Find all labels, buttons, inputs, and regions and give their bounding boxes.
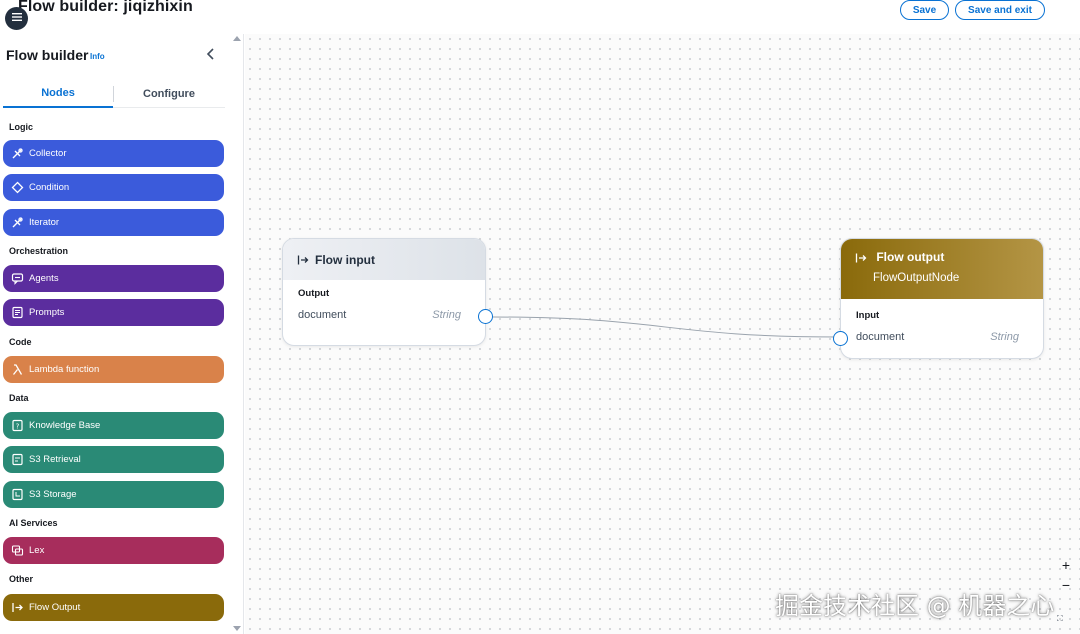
flow-output-title: Flow output [876, 250, 945, 264]
prompt-icon [11, 306, 24, 319]
node-lex[interactable]: Lex [3, 537, 224, 564]
flow-output-icon [855, 252, 867, 264]
node-prompts[interactable]: Prompts [3, 299, 224, 326]
tab-nodes[interactable]: Nodes [3, 80, 113, 108]
flow-input-title: Flow input [315, 252, 375, 267]
node-collector[interactable]: Collector [3, 140, 224, 167]
section-label-orchestration: Orchestration [9, 246, 69, 256]
flow-output-icon [11, 601, 24, 614]
flow-output-header: Flow output FlowOutputNode [841, 239, 1043, 299]
node-label: S3 Retrieval [29, 454, 81, 465]
node-label: Prompts [29, 307, 65, 318]
fit-view-icon[interactable]: ⛶ [1057, 614, 1063, 624]
collapse-sidebar-button[interactable] [204, 47, 218, 61]
hamburger-icon [11, 10, 23, 28]
input-field-type: String [990, 331, 1019, 343]
node-iterator[interactable]: Iterator [3, 209, 224, 236]
save-button[interactable]: Save [900, 0, 949, 20]
node-label: Lambda function [29, 364, 100, 375]
scroll-up-arrow-icon[interactable] [233, 36, 241, 41]
sidebar-tabs: Nodes Configure [3, 80, 225, 108]
node-condition[interactable]: Condition [3, 174, 224, 201]
section-label-logic: Logic [9, 122, 33, 132]
output-field-name: document [298, 309, 347, 321]
save-and-exit-button[interactable]: Save and exit [955, 0, 1045, 20]
lambda-icon [11, 363, 24, 376]
input-port[interactable] [833, 331, 848, 346]
node-label: S3 Storage [29, 489, 77, 500]
chevron-left-icon [204, 48, 218, 65]
node-label: Agents [29, 273, 59, 284]
output-port[interactable] [478, 309, 493, 324]
sidebar-title: Flow builder [6, 47, 89, 63]
condition-icon [11, 181, 24, 194]
flow-input-node[interactable]: Flow input Output document String [282, 238, 493, 346]
flow-output-subtitle: FlowOutputNode [873, 272, 960, 284]
info-link[interactable]: Info [90, 52, 105, 61]
input-section-label: Input [856, 310, 880, 321]
s3-storage-icon [11, 488, 24, 501]
section-label-code: Code [9, 337, 32, 347]
menu-button[interactable] [5, 7, 28, 30]
zoom-in-button[interactable]: + [1056, 555, 1076, 575]
sidebar-scrollbar[interactable] [232, 34, 242, 634]
tab-configure[interactable]: Configure [114, 80, 224, 108]
output-field-type: String [432, 309, 461, 321]
top-bar: Flow builder: jiqizhixin Save Save and e… [0, 0, 1080, 34]
collector-icon [11, 147, 24, 160]
watermark: 掘金技术社区 @ 机器之心 [775, 592, 1055, 620]
node-label: Lex [29, 545, 45, 556]
node-s3-retrieval[interactable]: S3 Retrieval [3, 446, 224, 473]
node-label: Collector [29, 148, 67, 159]
node-label: Condition [29, 182, 70, 193]
zoom-out-button[interactable]: − [1056, 575, 1076, 595]
section-label-ai-services: AI Services [9, 518, 58, 528]
node-flow-output[interactable]: Flow Output [3, 594, 224, 621]
node-s3-storage[interactable]: S3 Storage [3, 481, 224, 508]
output-section-label: Output [298, 288, 330, 299]
flow-input-icon [297, 254, 309, 266]
page-title: Flow builder: jiqizhixin [18, 0, 193, 15]
lex-icon [11, 544, 24, 557]
section-label-other: Other [9, 574, 34, 584]
node-label: Knowledge Base [29, 420, 101, 431]
section-label-data: Data [9, 393, 29, 403]
node-knowledge-base[interactable]: ? Knowledge Base [3, 412, 224, 439]
node-label: Iterator [29, 217, 60, 228]
knowledge-base-icon: ? [11, 419, 24, 432]
input-field-name: document [856, 331, 905, 343]
scroll-down-arrow-icon[interactable] [233, 626, 241, 631]
node-agents[interactable]: Agents [3, 265, 224, 292]
node-lambda-function[interactable]: Lambda function [3, 356, 224, 383]
svg-text:?: ? [16, 422, 20, 430]
agent-icon [11, 272, 24, 285]
flow-canvas[interactable]: Flow input Output document String Flow o… [245, 34, 1080, 634]
node-label: Flow Output [29, 602, 81, 613]
flow-output-node[interactable]: Flow output FlowOutputNode Input documen… [833, 238, 1044, 359]
node-sidebar: Flow builder Info Nodes Configure Logic … [0, 34, 244, 634]
zoom-controls: + − [1056, 555, 1076, 595]
flow-input-header: Flow input [283, 239, 485, 280]
s3-retrieval-icon [11, 453, 24, 466]
iterator-icon [11, 216, 24, 229]
